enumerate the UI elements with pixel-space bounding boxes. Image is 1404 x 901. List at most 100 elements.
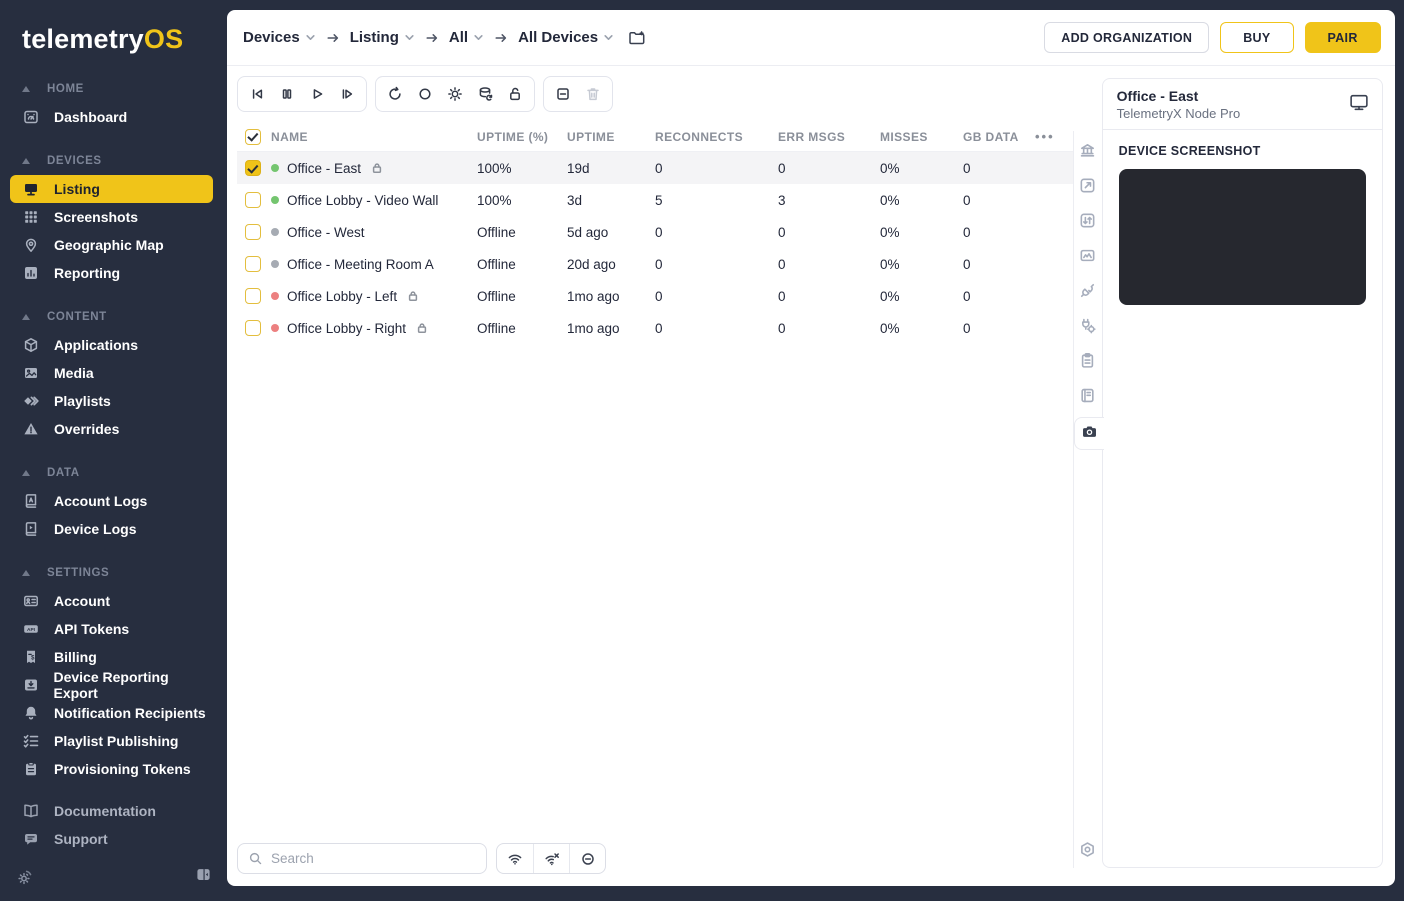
sidebar-section-home: HOME Dashboard bbox=[0, 75, 225, 131]
play-icon[interactable] bbox=[303, 80, 331, 108]
sidebar-item-api-tokens[interactable]: API API Tokens bbox=[10, 615, 213, 643]
table-row[interactable]: Office Lobby - Right Offline 1mo ago 0 0… bbox=[237, 312, 1073, 344]
sidebar-item-account-logs[interactable]: Account Logs bbox=[10, 487, 213, 515]
unlock-icon[interactable] bbox=[501, 80, 529, 108]
breadcrumb-all[interactable]: All bbox=[449, 29, 484, 46]
collapse-sidebar-icon[interactable] bbox=[196, 867, 211, 887]
column-header-gb-data[interactable]: GB DATA bbox=[963, 130, 1035, 144]
sort-arrows-icon[interactable] bbox=[1075, 207, 1101, 233]
journal-icon[interactable] bbox=[1075, 382, 1101, 408]
uptime-cell: 1mo ago bbox=[567, 288, 620, 304]
column-header-misses[interactable]: MISSES bbox=[880, 130, 963, 144]
sidebar-item-label: Device Reporting Export bbox=[53, 669, 169, 701]
wifi-off-icon[interactable] bbox=[533, 844, 569, 873]
offline-circle-icon[interactable] bbox=[569, 844, 605, 873]
debug-icon[interactable] bbox=[441, 80, 469, 108]
table-row[interactable]: Office Lobby - Left Offline 1mo ago 0 0 … bbox=[237, 280, 1073, 312]
column-header-name[interactable]: NAME bbox=[271, 130, 477, 144]
preview-icon[interactable] bbox=[1075, 172, 1101, 198]
select-none-icon[interactable] bbox=[549, 80, 577, 108]
breadcrumb-all-devices[interactable]: All Devices bbox=[518, 29, 614, 46]
sidebar-item-screenshots[interactable]: Screenshots bbox=[10, 203, 213, 231]
folder-plus-icon[interactable] bbox=[628, 30, 646, 46]
sidebar-item-overrides[interactable]: Overrides bbox=[10, 415, 213, 443]
clipboard-icon[interactable] bbox=[1075, 347, 1101, 373]
device-detail-title: Office - East bbox=[1116, 88, 1199, 104]
sidebar-item-notification-recipients[interactable]: Notification Recipients bbox=[10, 699, 213, 727]
restart-icon[interactable] bbox=[381, 80, 409, 108]
sidebar-item-media[interactable]: Media bbox=[10, 359, 213, 387]
device-detail-header: Office - East TelemetryX Node Pro bbox=[1101, 78, 1383, 130]
sidebar-item-listing[interactable]: Listing bbox=[10, 175, 213, 203]
sidebar-item-provisioning-tokens[interactable]: Provisioning Tokens bbox=[10, 755, 213, 783]
pause-icon[interactable] bbox=[273, 80, 301, 108]
row-checkbox[interactable] bbox=[245, 160, 261, 176]
select-all-checkbox[interactable] bbox=[245, 128, 261, 145]
column-header-uptime-pct[interactable]: UPTIME (%) bbox=[477, 130, 567, 144]
sidebar-item-dashboard[interactable]: Dashboard bbox=[10, 103, 213, 131]
row-checkbox[interactable] bbox=[245, 320, 261, 336]
section-header-home[interactable]: HOME bbox=[0, 75, 225, 103]
table-row[interactable]: Office Lobby - Video Wall 100% 3d 5 3 0%… bbox=[237, 184, 1073, 216]
map-pin-icon bbox=[20, 237, 42, 253]
skip-back-icon[interactable] bbox=[243, 80, 271, 108]
row-checkbox[interactable] bbox=[245, 192, 261, 208]
section-header-content[interactable]: CONTENT bbox=[0, 303, 225, 331]
plugs-icon[interactable] bbox=[1075, 277, 1101, 303]
wifi-on-icon[interactable] bbox=[497, 844, 533, 873]
sidebar-item-account[interactable]: Account bbox=[10, 587, 213, 615]
trash-icon[interactable] bbox=[579, 80, 607, 108]
section-header-devices[interactable]: DEVICES bbox=[0, 147, 225, 175]
sidebar-item-applications[interactable]: Applications bbox=[10, 331, 213, 359]
sidebar-item-device-logs[interactable]: Device Logs bbox=[10, 515, 213, 543]
table-row[interactable]: Office - West Offline 5d ago 0 0 0% 0 bbox=[237, 216, 1073, 248]
sidebar-item-label: Playlists bbox=[54, 393, 111, 409]
ellipsis-icon[interactable]: ••• bbox=[1035, 129, 1055, 144]
theme-toggle-icon[interactable] bbox=[16, 868, 34, 886]
database-sync-icon[interactable] bbox=[471, 80, 499, 108]
section-header-data[interactable]: DATA bbox=[0, 459, 225, 487]
gb-data-cell: 0 bbox=[963, 192, 971, 208]
row-checkbox[interactable] bbox=[245, 288, 261, 304]
search-input[interactable] bbox=[271, 851, 476, 866]
section-header-settings[interactable]: SETTINGS bbox=[0, 559, 225, 587]
tab-device-screenshot[interactable] bbox=[1073, 417, 1104, 450]
misses-cell: 0% bbox=[880, 320, 900, 336]
row-checkbox[interactable] bbox=[245, 224, 261, 240]
monitor-icon[interactable] bbox=[1348, 92, 1370, 113]
sidebar-item-documentation[interactable]: Documentation bbox=[10, 797, 213, 825]
column-header-err-msgs[interactable]: ERR MSGS bbox=[778, 130, 880, 144]
table-row[interactable]: Office - Meeting Room A Offline 20d ago … bbox=[237, 248, 1073, 280]
uptime-pct-cell: 100% bbox=[477, 192, 512, 208]
sidebar-item-label: Provisioning Tokens bbox=[54, 761, 191, 777]
sidebar-item-device-reporting-export[interactable]: Device Reporting Export bbox=[10, 669, 213, 701]
skip-forward-icon[interactable] bbox=[333, 80, 361, 108]
sidebar-item-geographic-map[interactable]: Geographic Map bbox=[10, 231, 213, 259]
sidebar-item-support[interactable]: Support bbox=[10, 825, 213, 853]
column-header-reconnects[interactable]: RECONNECTS bbox=[655, 130, 778, 144]
app-logo: telemetryOS bbox=[0, 18, 225, 65]
pair-button[interactable]: PAIR bbox=[1304, 22, 1381, 53]
search-icon bbox=[248, 851, 263, 866]
lock-icon bbox=[407, 290, 419, 302]
table-footer bbox=[237, 835, 1073, 886]
row-checkbox[interactable] bbox=[245, 256, 261, 272]
misses-cell: 0% bbox=[880, 224, 900, 240]
buy-button[interactable]: BUY bbox=[1220, 22, 1294, 53]
breadcrumb-devices[interactable]: Devices bbox=[243, 29, 316, 46]
circle-icon[interactable] bbox=[411, 80, 439, 108]
sidebar-item-playlists[interactable]: Playlists bbox=[10, 387, 213, 415]
kiosk-icon[interactable] bbox=[1075, 242, 1101, 268]
receipt-icon: $ bbox=[20, 649, 42, 665]
bank-icon[interactable] bbox=[1075, 137, 1101, 163]
integration-icon[interactable] bbox=[1075, 312, 1101, 338]
device-screenshot[interactable] bbox=[1118, 169, 1366, 305]
add-organization-button[interactable]: ADD ORGANIZATION bbox=[1044, 22, 1210, 53]
sidebar-item-reporting[interactable]: Reporting bbox=[10, 259, 213, 287]
breadcrumb-listing[interactable]: Listing bbox=[350, 29, 415, 46]
column-header-uptime[interactable]: UPTIME bbox=[567, 130, 655, 144]
sidebar-item-playlist-publishing[interactable]: Playlist Publishing bbox=[10, 727, 213, 755]
gear-icon[interactable] bbox=[1075, 836, 1101, 862]
sidebar-item-billing[interactable]: $ Billing bbox=[10, 643, 213, 671]
table-row[interactable]: Office - East 100% 19d 0 0 0% 0 bbox=[237, 152, 1073, 184]
